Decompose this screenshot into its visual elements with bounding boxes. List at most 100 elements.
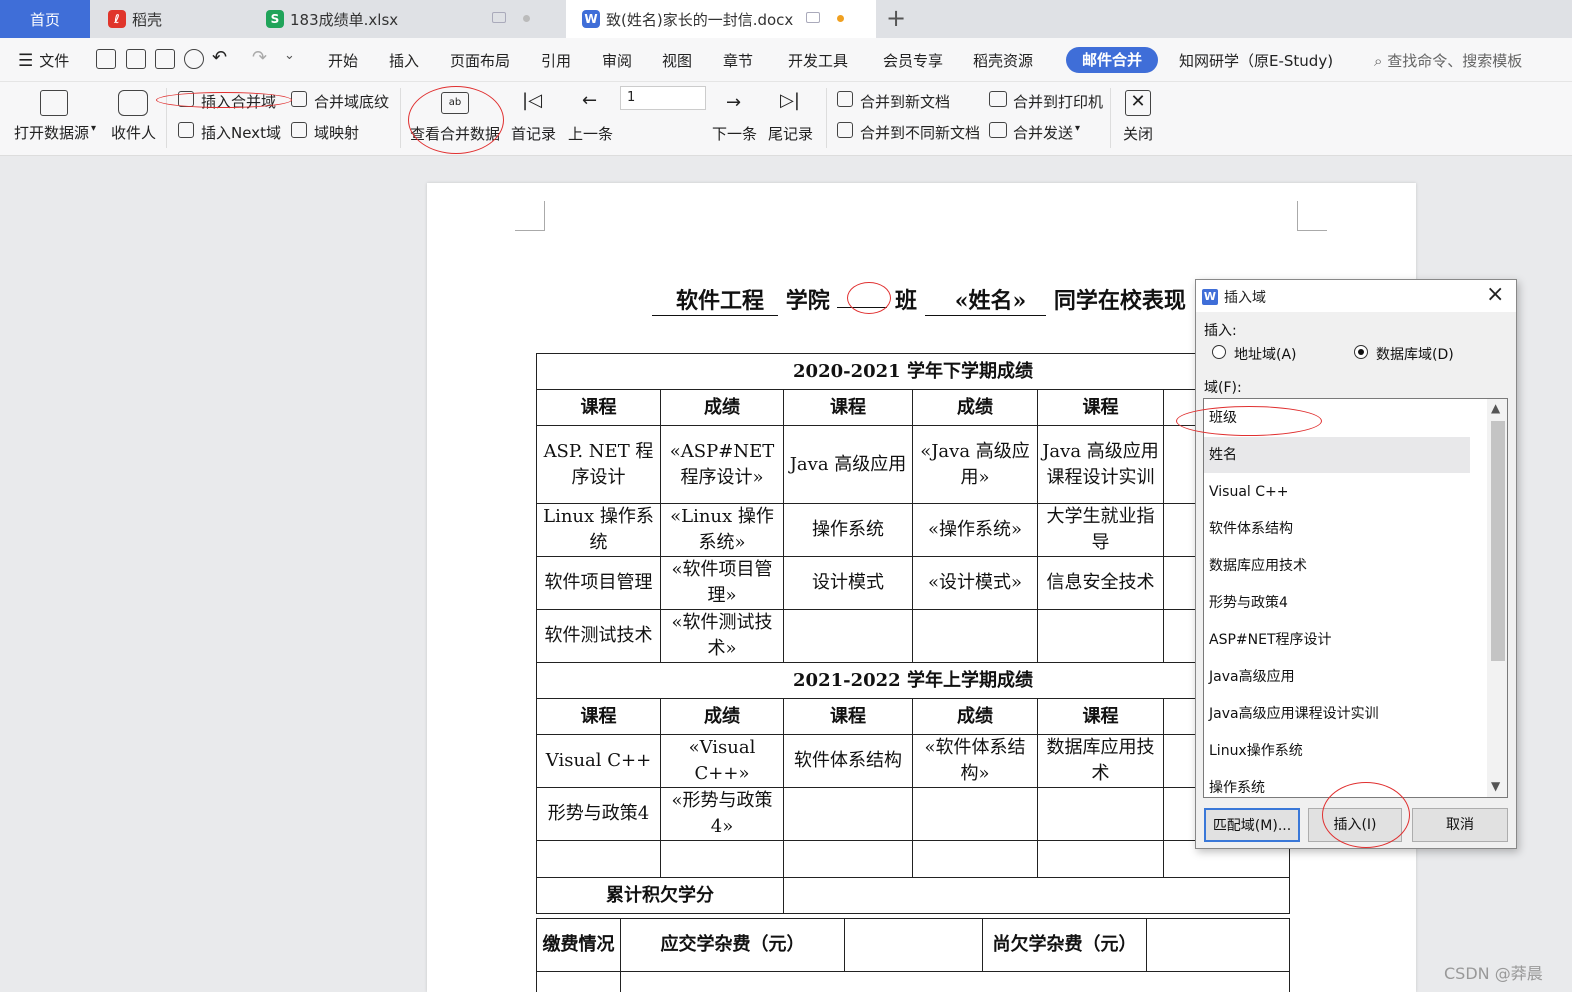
fee-due-value <box>844 918 983 972</box>
menu-insert[interactable]: 插入 <box>389 50 419 71</box>
separate-docs-icon <box>837 122 853 138</box>
list-item[interactable]: Visual C++ <box>1204 474 1470 510</box>
fee-due-label: 应交学杂费（元） <box>620 918 845 972</box>
menu-member[interactable]: 会员专享 <box>883 50 943 71</box>
tab-daoke-label: 稻壳 <box>132 10 163 29</box>
next-field-icon <box>178 122 194 138</box>
list-item[interactable]: Linux操作系统 <box>1204 733 1470 769</box>
title-name-field: «姓名» <box>924 283 1047 316</box>
header-cell: 课程 <box>536 698 661 735</box>
list-item[interactable]: Java高级应用 <box>1204 659 1470 695</box>
menu-mail-merge[interactable]: 邮件合并 <box>1066 47 1158 73</box>
semester2-heading: 2021-2022 学年上学期成绩 <box>536 662 1290 699</box>
scroll-thumb[interactable] <box>1491 421 1505 661</box>
menu-page-layout[interactable]: 页面布局 <box>450 50 510 71</box>
table-cell: Linux 操作系统 <box>536 503 661 557</box>
more-icon[interactable]: ⌄ <box>284 48 295 63</box>
table-cell: «Java 高级应用» <box>912 425 1038 504</box>
table-cell: 设计模式 <box>783 556 913 610</box>
list-item[interactable]: 软件体系结构 <box>1204 511 1470 547</box>
table-row: ASP. NET 程序设计 «ASP#NET程序设计» Java 高级应用 «J… <box>536 425 1290 504</box>
list-item[interactable]: 数据库应用技术 <box>1204 548 1470 584</box>
title-school: 软件工程 <box>652 283 779 316</box>
tab-xlsx[interactable]: S 183成绩单.xlsx <box>250 0 562 38</box>
field-mapping-label: 域映射 <box>314 124 360 142</box>
menu-review[interactable]: 审阅 <box>602 50 632 71</box>
print-preview-icon[interactable] <box>184 49 204 69</box>
insert-type-label: 插入: <box>1204 323 1237 339</box>
menu-daoke-resources[interactable]: 稻壳资源 <box>973 50 1033 71</box>
save-icon[interactable] <box>96 49 116 69</box>
new-tab-icon[interactable]: + <box>886 4 906 32</box>
table-cell <box>536 971 621 992</box>
table-cell: 形势与政策4 <box>536 787 661 841</box>
mail-merge-ribbon: 打开数据源 ▾ 收件人 插入合并域 合并域底纹 插入Next域 域映射 ab 查… <box>0 82 1572 156</box>
list-item[interactable]: 班级 <box>1204 400 1470 436</box>
export-pdf-icon[interactable] <box>126 49 146 69</box>
table-row: Visual C++ «Visual C++» 软件体系结构 «软件体系结构» … <box>536 734 1290 788</box>
dropdown-arrow-icon: ▾ <box>91 123 97 134</box>
command-search[interactable]: ⌕ 查找命令、搜索模板 <box>1374 50 1522 71</box>
send-icon <box>989 122 1007 138</box>
table-cell: 软件体系结构 <box>783 734 913 788</box>
menu-developer[interactable]: 开发工具 <box>788 50 848 71</box>
menu-chapter[interactable]: 章节 <box>723 50 753 71</box>
margin-mark <box>515 201 545 231</box>
list-item[interactable]: 形势与政策4 <box>1204 585 1470 621</box>
printer-icon <box>989 91 1007 107</box>
view-data-icon: ab <box>441 92 469 114</box>
close-label: 关闭 <box>1123 125 1154 143</box>
scroll-down-icon[interactable]: ▼ <box>1491 779 1500 793</box>
merge-field-shading-label: 合并域底纹 <box>314 93 390 111</box>
menu-view[interactable]: 视图 <box>662 50 692 71</box>
list-item[interactable]: ASP#NET程序设计 <box>1204 622 1470 658</box>
table-cell <box>660 840 784 878</box>
table-cell: 操作系统 <box>783 503 913 557</box>
table-cell <box>912 840 1038 878</box>
table-cell: «形势与政策 4» <box>660 787 784 841</box>
menu-start[interactable]: 开始 <box>328 50 358 71</box>
tab-daoke[interactable]: ℓ 稻壳 <box>92 0 248 38</box>
credits-value-cell <box>783 877 1290 914</box>
table-row: Linux 操作系统 «Linux 操作系统» 操作系统 «操作系统» 大学生就… <box>536 503 1290 557</box>
list-item-selected[interactable]: 姓名 <box>1204 437 1470 473</box>
dialog-titlebar[interactable]: W 插入域 × <box>1196 280 1516 312</box>
last-record-label: 尾记录 <box>768 125 814 143</box>
close-icon[interactable]: × <box>1486 282 1504 307</box>
table-row: 形势与政策4 «形势与政策 4» <box>536 787 1290 841</box>
listbox-scrollbar[interactable]: ▲ ▼ <box>1487 399 1507 797</box>
tab-home[interactable]: 首页 <box>0 0 90 38</box>
file-menu[interactable]: ☰ 文件 <box>18 50 69 71</box>
tab-docx[interactable]: W 致(姓名)家长的一封信.docx <box>566 0 876 38</box>
insert-button[interactable]: 插入(I) <box>1308 808 1402 842</box>
table-cell: 数据库应用技术 <box>1037 734 1164 788</box>
open-datasource-label: 打开数据源 <box>14 124 90 142</box>
match-fields-button[interactable]: 匹配域(M)... <box>1204 808 1300 842</box>
daoke-icon: ℓ <box>108 10 126 28</box>
field-listbox[interactable]: 班级 姓名 Visual C++ 软件体系结构 数据库应用技术 形势与政策4 A… <box>1203 398 1508 798</box>
view-merged-data-label: 查看合并数据 <box>410 125 501 143</box>
fee-label: 缴费情况 <box>536 918 621 972</box>
table-cell: Java 高级应用 <box>783 425 913 504</box>
shading-icon <box>291 91 307 107</box>
table-cell: «Linux 操作系统» <box>660 503 784 557</box>
record-number-input[interactable]: 1 <box>620 86 706 110</box>
file-label: 文件 <box>39 52 70 70</box>
menu-references[interactable]: 引用 <box>541 50 571 71</box>
scroll-up-icon[interactable]: ▲ <box>1491 401 1500 415</box>
table-cell: «软件项目管理» <box>660 556 784 610</box>
fee-table: 缴费情况 应交学杂费（元） 尚欠学杂费（元） <box>536 918 1290 992</box>
table-cell: «软件体系结构» <box>912 734 1038 788</box>
list-item[interactable]: Java高级应用课程设计实训 <box>1204 696 1470 732</box>
table-cell <box>620 971 1290 992</box>
list-item[interactable]: 操作系统 <box>1204 770 1470 797</box>
cancel-button[interactable]: 取消 <box>1412 808 1508 842</box>
table-row: 累计积欠学分 <box>536 877 1290 914</box>
print-icon[interactable] <box>155 49 175 69</box>
table-cell: «设计模式» <box>912 556 1038 610</box>
insert-field-icon <box>178 91 194 107</box>
tab-bar: 首页 ℓ 稻壳 S 183成绩单.xlsx W 致(姓名)家长的一封信.docx… <box>0 0 1572 38</box>
redo-icon[interactable]: ↷ <box>252 47 267 68</box>
undo-icon[interactable]: ↶ <box>212 47 227 68</box>
menu-cnki[interactable]: 知网研学（原E-Study) <box>1179 50 1333 71</box>
